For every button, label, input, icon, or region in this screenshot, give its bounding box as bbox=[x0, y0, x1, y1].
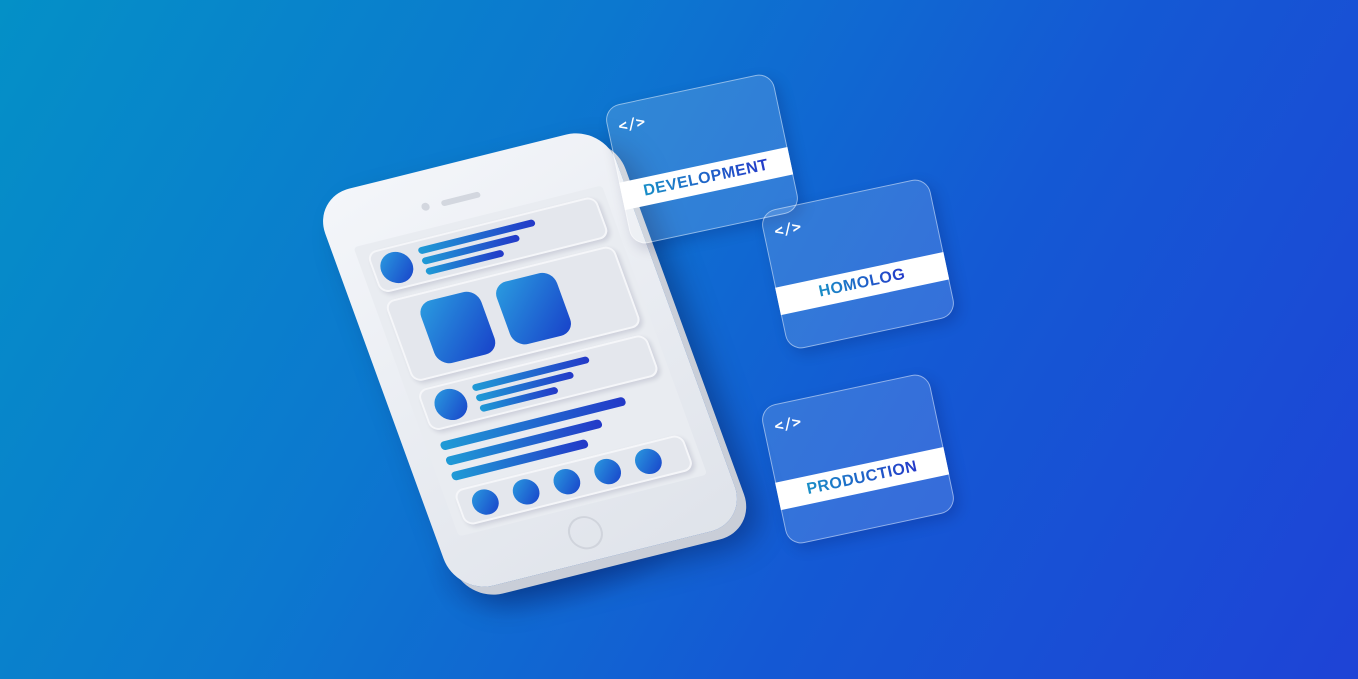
env-label-band: PRODUCTION bbox=[775, 446, 950, 511]
env-tag-production: </> PRODUCTION bbox=[759, 371, 957, 547]
env-label-band: DEVELOPMENT bbox=[619, 146, 794, 211]
code-icon: </> bbox=[616, 112, 647, 136]
dot-item bbox=[468, 486, 503, 518]
env-label: PRODUCTION bbox=[805, 458, 919, 499]
dot-item bbox=[590, 456, 625, 487]
env-label-band: HOMOLOG bbox=[775, 251, 950, 316]
home-button bbox=[563, 512, 608, 553]
dot-item bbox=[549, 466, 584, 498]
code-icon: </> bbox=[772, 412, 803, 436]
env-label: HOMOLOG bbox=[817, 265, 907, 301]
avatar bbox=[375, 248, 418, 287]
code-icon: </> bbox=[772, 217, 803, 241]
env-label: DEVELOPMENT bbox=[642, 156, 771, 200]
dot-item bbox=[509, 476, 544, 508]
dot-item bbox=[631, 445, 666, 477]
avatar bbox=[429, 385, 472, 424]
phone-speaker bbox=[440, 191, 482, 207]
phone-camera bbox=[420, 201, 431, 212]
image-placeholder bbox=[492, 269, 575, 348]
image-placeholder bbox=[416, 288, 500, 367]
